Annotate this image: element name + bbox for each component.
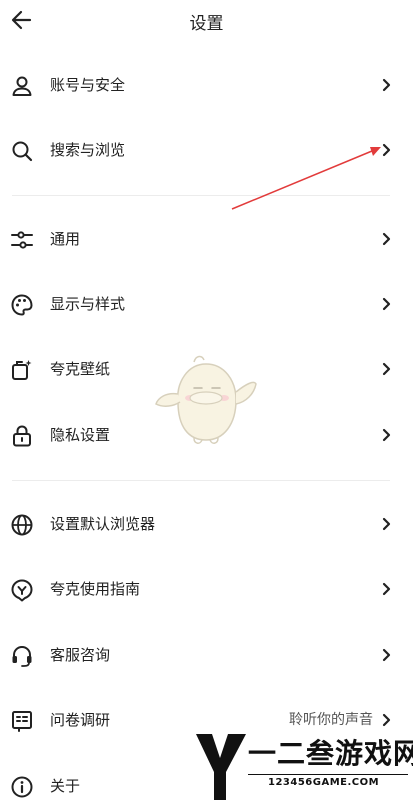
chevron-right-icon	[382, 582, 391, 596]
headset-icon	[12, 645, 32, 667]
settings-item-privacy[interactable]: 隐私设置	[0, 411, 413, 461]
settings-item-label: 夸克使用指南	[50, 580, 141, 598]
section-divider	[12, 480, 390, 481]
top-bar: 设置	[0, 0, 413, 40]
search-icon	[12, 141, 33, 162]
settings-item-label: 搜索与浏览	[50, 141, 126, 159]
settings-item-general[interactable]: 通用	[0, 215, 413, 265]
settings-item-about[interactable]: 关于	[0, 762, 413, 801]
settings-item-label: 设置默认浏览器	[50, 515, 156, 533]
settings-item-label: 账号与安全	[50, 76, 126, 94]
settings-item-label: 客服咨询	[50, 646, 111, 664]
wallpaper-icon	[12, 360, 32, 380]
sliders-icon	[11, 231, 33, 249]
globe-icon	[11, 514, 33, 536]
chevron-right-icon	[382, 232, 391, 246]
settings-item-search-browse[interactable]: 搜索与浏览	[0, 126, 413, 176]
chevron-right-icon	[382, 143, 391, 157]
settings-item-value: 聆听你的声音	[289, 712, 373, 728]
palette-icon	[11, 294, 33, 316]
settings-item-usage-guide[interactable]: 夸克使用指南	[0, 565, 413, 615]
settings-item-label: 问卷调研	[50, 711, 111, 729]
settings-item-label: 隐私设置	[50, 426, 111, 444]
info-icon	[11, 776, 33, 798]
settings-item-survey[interactable]: 问卷调研 聆听你的声音	[0, 696, 413, 746]
settings-item-label: 关于	[50, 777, 81, 795]
settings-item-display-style[interactable]: 显示与样式	[0, 280, 413, 330]
guide-bubble-icon	[11, 579, 33, 602]
chevron-right-icon	[382, 78, 391, 92]
chevron-right-icon	[382, 648, 391, 662]
lock-icon	[13, 425, 31, 447]
settings-item-customer-service[interactable]: 客服咨询	[0, 631, 413, 681]
chevron-right-icon	[382, 428, 391, 442]
section-divider	[12, 195, 390, 196]
settings-item-label: 通用	[50, 230, 81, 248]
settings-item-wallpaper[interactable]: 夸克壁纸	[0, 345, 413, 395]
person-icon	[12, 76, 32, 96]
survey-icon	[12, 711, 32, 732]
chevron-right-icon	[382, 713, 391, 727]
chevron-right-icon	[382, 517, 391, 531]
chevron-right-icon	[382, 297, 391, 311]
settings-page: 设置 账号与安全 搜索与浏览 通用 显示与样式 夸克壁纸 隐私设置 设置默认浏览…	[0, 0, 413, 801]
settings-item-label: 夸克壁纸	[50, 360, 111, 378]
chevron-right-icon	[382, 362, 391, 376]
settings-item-default-browser[interactable]: 设置默认浏览器	[0, 500, 413, 550]
page-title: 设置	[189, 14, 224, 34]
settings-item-label: 显示与样式	[50, 295, 126, 313]
settings-item-account-security[interactable]: 账号与安全	[0, 61, 413, 111]
